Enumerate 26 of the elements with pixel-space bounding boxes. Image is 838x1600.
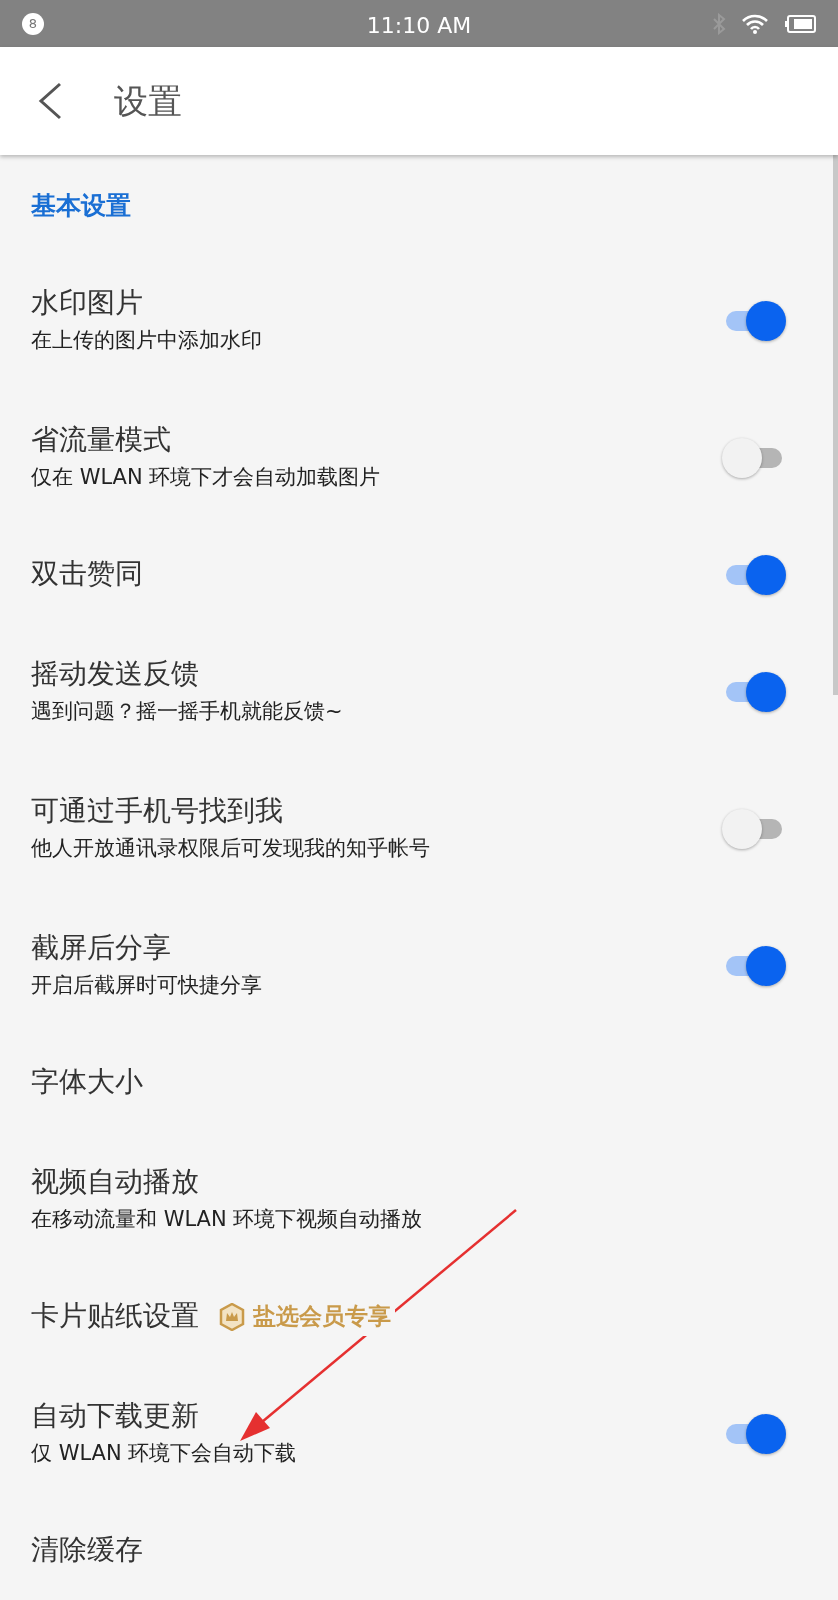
status-time: 11:10 AM — [366, 12, 472, 40]
setting-title[interactable]: 省流量模式 — [31, 421, 171, 458]
setting-title[interactable]: 可通过手机号找到我 — [31, 792, 283, 829]
setting-title[interactable]: 截屏后分享 — [31, 929, 171, 966]
back-icon[interactable] — [38, 82, 62, 120]
bluetooth-icon — [712, 12, 726, 35]
battery-icon — [784, 14, 816, 33]
setting-description: 在上传的图片中添加水印 — [31, 326, 262, 354]
setting-description: 仅在 WLAN 环境下才会自动加载图片 — [31, 463, 381, 491]
setting-title[interactable]: 水印图片 — [31, 284, 143, 321]
setting-description: 他人开放通讯录权限后可发现我的知乎帐号 — [31, 834, 430, 862]
setting-title[interactable]: 清除缓存 — [31, 1532, 143, 1569]
setting-description: 在移动流量和 WLAN 环境下视频自动播放 — [31, 1205, 423, 1233]
setting-description: 遇到问题？摇一摇手机就能反馈~ — [31, 697, 343, 725]
setting-title[interactable]: 双击赞同 — [31, 556, 143, 593]
wifi-icon — [742, 13, 768, 34]
setting-title[interactable]: 自动下载更新 — [31, 1397, 199, 1434]
setting-description: 开启后截屏时可快捷分享 — [31, 971, 262, 999]
setting-title[interactable]: 卡片贴纸设置 — [31, 1298, 199, 1335]
section-heading: 基本设置 — [30, 190, 132, 222]
setting-title[interactable]: 摇动发送反馈 — [31, 655, 199, 692]
notification-count: 8 — [22, 12, 44, 35]
setting-title[interactable]: 字体大小 — [31, 1064, 143, 1101]
page-title: 设置 — [114, 79, 182, 123]
setting-title[interactable]: 视频自动播放 — [31, 1163, 199, 1200]
setting-description: 仅 WLAN 环境下会自动下载 — [31, 1439, 297, 1467]
